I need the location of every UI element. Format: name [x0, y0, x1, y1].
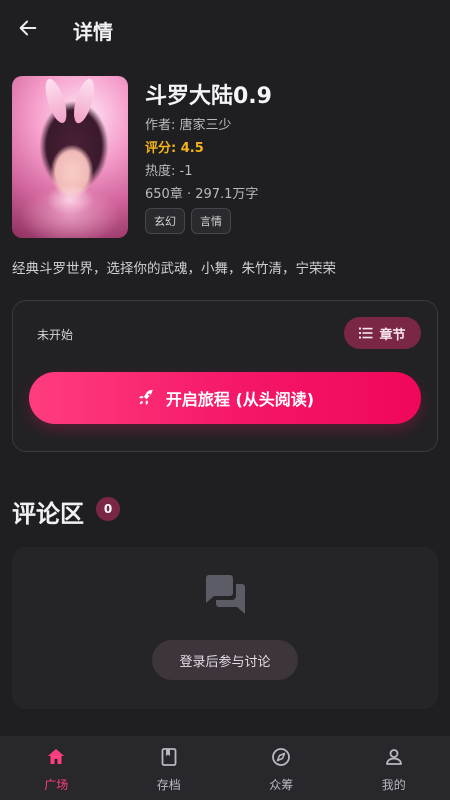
nav-item-archive[interactable]: 存档 [113, 736, 226, 800]
book-title: 斗罗大陆0.9 [145, 84, 272, 109]
list-icon [359, 327, 373, 339]
book-icon [161, 748, 177, 766]
comments-empty-state: 登录后参与讨论 [12, 547, 438, 709]
chapters-button[interactable]: 章节 [344, 317, 421, 349]
tag-item[interactable]: 玄幻 [145, 208, 185, 234]
book-rating: 评分: 4.5 [145, 141, 204, 156]
book-author: 作者: 唐家三少 [145, 118, 232, 133]
login-to-comment-button[interactable]: 登录后参与讨论 [152, 640, 298, 680]
nav-label: 存档 [156, 778, 181, 792]
start-reading-button[interactable]: 开启旅程 (从头阅读) [29, 372, 421, 424]
book-stats: 650章 · 297.1万字 [145, 187, 259, 202]
start-reading-label: 开启旅程 (从头阅读) [165, 390, 315, 409]
nav-label: 我的 [381, 778, 406, 792]
comments-heading: 评论区 [12, 500, 84, 528]
nav-item-profile[interactable]: 我的 [338, 736, 450, 800]
top-bar: 详情 [0, 0, 450, 58]
book-heat: 热度: -1 [145, 164, 193, 179]
user-icon [385, 749, 402, 765]
home-icon [48, 749, 65, 764]
nav-label: 众筹 [269, 778, 294, 792]
nav-label: 广场 [44, 778, 69, 792]
reading-status: 未开始 [37, 328, 74, 342]
rocket-icon [138, 389, 153, 406]
page-title: 详情 [73, 20, 113, 44]
nav-item-crowdfund[interactable]: 众筹 [225, 736, 338, 800]
book-tags: 玄幻 言情 [145, 208, 231, 234]
book-detail-screen: 详情 斗罗大陆0.9 作者: 唐家三少 评分: 4.5 热度: -1 650章 … [0, 0, 450, 800]
tag-item[interactable]: 言情 [191, 208, 231, 234]
back-button[interactable] [14, 14, 42, 42]
chapters-button-label: 章节 [379, 327, 406, 343]
bottom-navigation: 广场 存档 众筹 我的 [0, 736, 450, 800]
chat-bubbles-icon [206, 575, 245, 614]
nav-item-square[interactable]: 广场 [0, 736, 113, 800]
comments-count-badge: 0 [96, 497, 120, 521]
compass-icon [272, 748, 291, 766]
book-cover-image [12, 76, 128, 238]
reading-card: 未开始 章节 开启旅程 (从头阅读) [12, 300, 438, 452]
book-description: 经典斗罗世界，选择你的武魂，小舞，朱竹清，宁荣荣 [12, 261, 336, 277]
arrow-left-icon [19, 20, 37, 36]
